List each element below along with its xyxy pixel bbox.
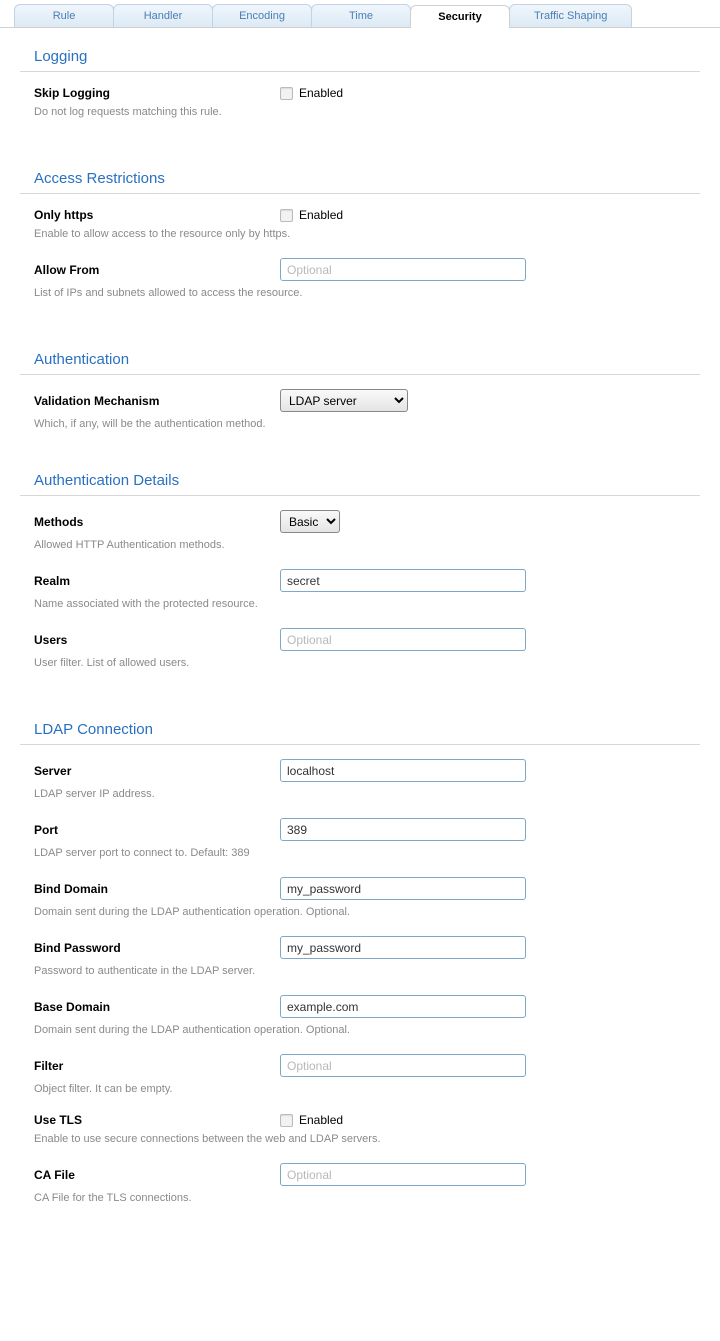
realm-desc: Name associated with the protected resou…	[34, 598, 700, 610]
server-desc: LDAP server IP address.	[34, 788, 700, 800]
section-ldap-title: LDAP Connection	[20, 709, 700, 745]
tab-bar: Rule Handler Encoding Time Security Traf…	[0, 0, 720, 28]
allow-from-input[interactable]	[280, 258, 526, 281]
validation-mechanism-desc: Which, if any, will be the authenticatio…	[34, 418, 700, 430]
allow-from-desc: List of IPs and subnets allowed to acces…	[34, 287, 700, 299]
tab-handler[interactable]: Handler	[113, 4, 213, 27]
field-skip-logging: Skip Logging Enabled Do not log requests…	[20, 78, 700, 118]
field-users: Users User filter. List of allowed users…	[20, 620, 700, 669]
use-tls-desc: Enable to use secure connections between…	[34, 1133, 700, 1145]
use-tls-enabled-text: Enabled	[299, 1113, 343, 1127]
realm-input[interactable]	[280, 569, 526, 592]
port-input[interactable]	[280, 818, 526, 841]
filter-input[interactable]	[280, 1054, 526, 1077]
tab-time[interactable]: Time	[311, 4, 411, 27]
field-realm: Realm Name associated with the protected…	[20, 561, 700, 610]
ca-file-input[interactable]	[280, 1163, 526, 1186]
only-https-label: Only https	[34, 208, 280, 222]
field-bind-password: Bind Password Password to authenticate i…	[20, 928, 700, 977]
field-base-domain: Base Domain Domain sent during the LDAP …	[20, 987, 700, 1036]
only-https-checkbox[interactable]	[280, 209, 293, 222]
realm-label: Realm	[34, 574, 280, 588]
section-access-title: Access Restrictions	[20, 158, 700, 194]
field-port: Port LDAP server port to connect to. Def…	[20, 810, 700, 859]
use-tls-label: Use TLS	[34, 1113, 280, 1127]
users-desc: User filter. List of allowed users.	[34, 657, 700, 669]
skip-logging-checkbox[interactable]	[280, 87, 293, 100]
field-only-https: Only https Enabled Enable to allow acces…	[20, 200, 700, 240]
section-auth-title: Authentication	[20, 339, 700, 375]
validation-mechanism-label: Validation Mechanism	[34, 394, 280, 408]
tab-encoding[interactable]: Encoding	[212, 4, 312, 27]
ca-file-label: CA File	[34, 1168, 280, 1182]
tab-traffic-shaping[interactable]: Traffic Shaping	[509, 4, 632, 27]
bind-domain-label: Bind Domain	[34, 882, 280, 896]
bind-password-label: Bind Password	[34, 941, 280, 955]
skip-logging-label: Skip Logging	[34, 86, 280, 100]
field-methods: Methods Basic Allowed HTTP Authenticatio…	[20, 502, 700, 551]
skip-logging-enabled-text: Enabled	[299, 86, 343, 100]
users-input[interactable]	[280, 628, 526, 651]
ca-file-desc: CA File for the TLS connections.	[34, 1192, 700, 1204]
methods-label: Methods	[34, 515, 280, 529]
bind-password-desc: Password to authenticate in the LDAP ser…	[34, 965, 700, 977]
content: Logging Skip Logging Enabled Do not log …	[0, 28, 720, 1234]
bind-domain-input[interactable]	[280, 877, 526, 900]
only-https-desc: Enable to allow access to the resource o…	[34, 228, 700, 240]
section-auth-details-title: Authentication Details	[20, 460, 700, 496]
filter-label: Filter	[34, 1059, 280, 1073]
field-bind-domain: Bind Domain Domain sent during the LDAP …	[20, 869, 700, 918]
filter-desc: Object filter. It can be empty.	[34, 1083, 700, 1095]
bind-password-input[interactable]	[280, 936, 526, 959]
skip-logging-desc: Do not log requests matching this rule.	[34, 106, 700, 118]
methods-select[interactable]: Basic	[280, 510, 340, 533]
tab-security[interactable]: Security	[410, 5, 510, 28]
field-filter: Filter Object filter. It can be empty.	[20, 1046, 700, 1095]
field-validation-mechanism: Validation Mechanism LDAP server Which, …	[20, 381, 700, 430]
field-allow-from: Allow From List of IPs and subnets allow…	[20, 250, 700, 299]
field-server: Server LDAP server IP address.	[20, 751, 700, 800]
use-tls-checkbox[interactable]	[280, 1114, 293, 1127]
allow-from-label: Allow From	[34, 263, 280, 277]
port-desc: LDAP server port to connect to. Default:…	[34, 847, 700, 859]
tab-rule[interactable]: Rule	[14, 4, 114, 27]
port-label: Port	[34, 823, 280, 837]
base-domain-label: Base Domain	[34, 1000, 280, 1014]
section-logging-title: Logging	[20, 36, 700, 72]
only-https-enabled-text: Enabled	[299, 208, 343, 222]
server-label: Server	[34, 764, 280, 778]
base-domain-input[interactable]	[280, 995, 526, 1018]
server-input[interactable]	[280, 759, 526, 782]
field-use-tls: Use TLS Enabled Enable to use secure con…	[20, 1105, 700, 1145]
methods-desc: Allowed HTTP Authentication methods.	[34, 539, 700, 551]
bind-domain-desc: Domain sent during the LDAP authenticati…	[34, 906, 700, 918]
users-label: Users	[34, 633, 280, 647]
validation-mechanism-select[interactable]: LDAP server	[280, 389, 408, 412]
base-domain-desc: Domain sent during the LDAP authenticati…	[34, 1024, 700, 1036]
field-ca-file: CA File CA File for the TLS connections.	[20, 1155, 700, 1204]
